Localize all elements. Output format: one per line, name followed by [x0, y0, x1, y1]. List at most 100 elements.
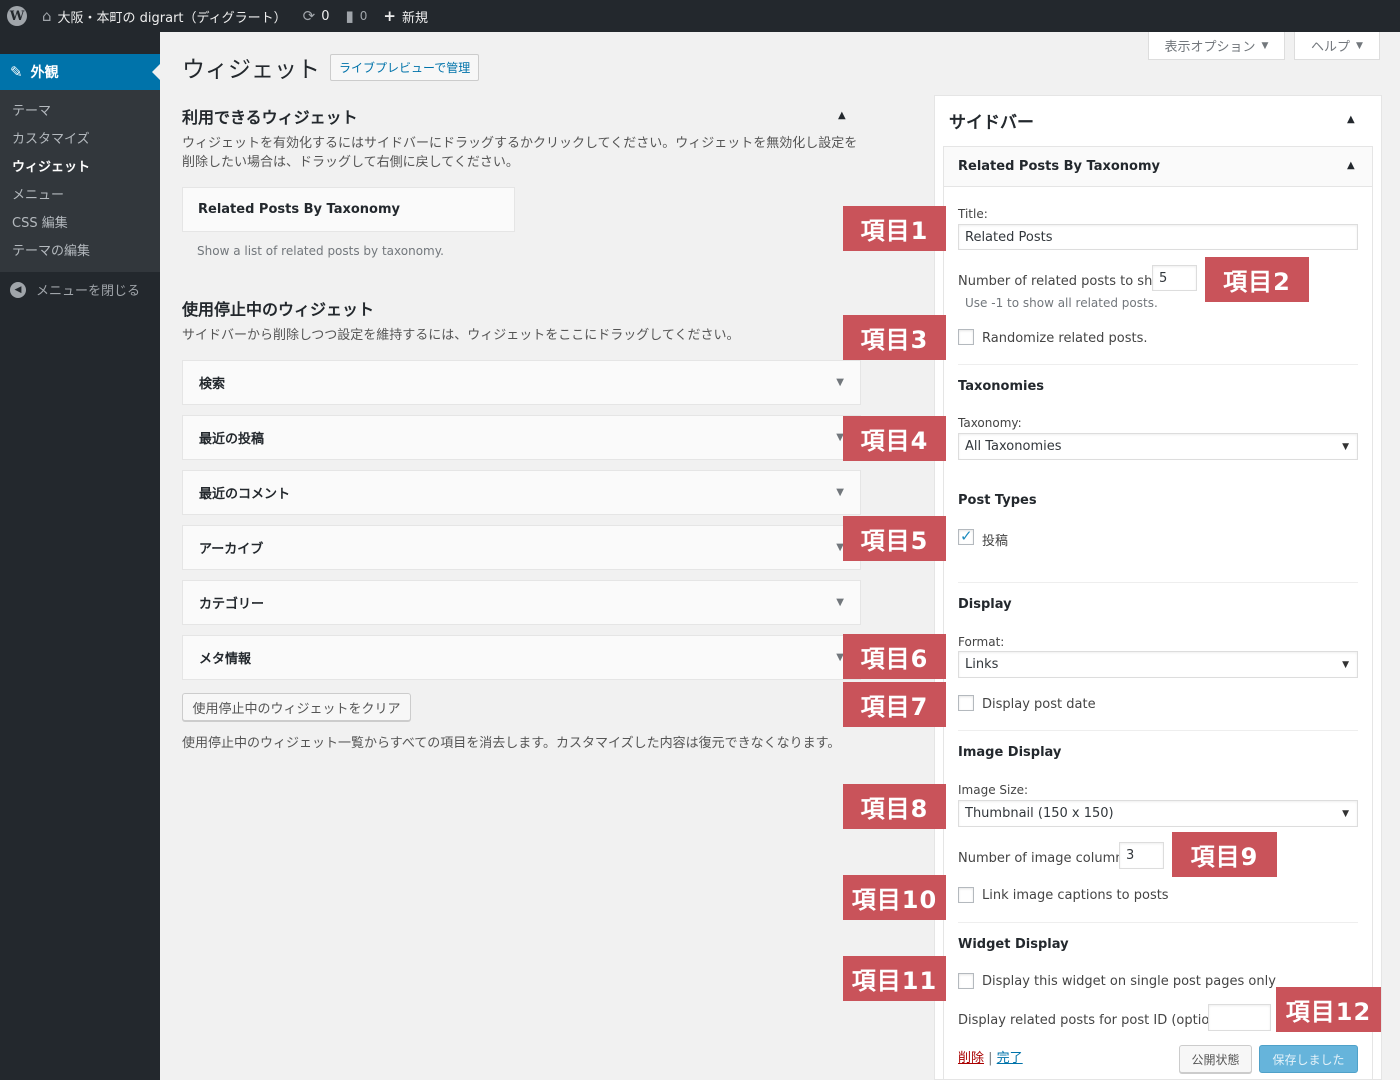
image-size-label: Image Size: — [958, 783, 1029, 797]
site-name-link[interactable]: ⌂ 大阪・本町の digrart（ディグラート） — [34, 0, 295, 32]
image-columns-input[interactable]: 3 — [1119, 842, 1164, 869]
inactive-widgets-heading: 使用停止中のウィジェット — [182, 300, 375, 319]
select-arrow-icon: ▼ — [1342, 808, 1349, 819]
taxonomy-label: Taxonomy: — [958, 416, 1022, 430]
collapse-menu-button[interactable]: ◀ メニューを閉じる — [10, 280, 140, 299]
inactive-widget-label: 最近の投稿 — [199, 432, 265, 447]
annotation-tag-5: 項目5 — [843, 516, 946, 561]
title-label: Title: — [958, 207, 988, 221]
display-date-label: Display post date — [982, 697, 1096, 712]
submenu-customize[interactable]: カスタマイズ — [0, 126, 160, 154]
submenu-theme-editor[interactable]: テーマの編集 — [0, 238, 160, 266]
inactive-widget-search[interactable]: 検索 ▼ — [182, 360, 861, 405]
taxonomies-heading: Taxonomies — [958, 379, 1045, 394]
plus-icon: + — [383, 7, 396, 25]
paintbrush-icon: ✎ — [10, 63, 23, 81]
inactive-widget-recent-posts[interactable]: 最近の投稿 ▼ — [182, 415, 861, 460]
collapse-triangle-icon[interactable]: ▲ — [1347, 160, 1355, 171]
num-posts-hint: Use -1 to show all related posts. — [965, 296, 1158, 310]
inactive-widget-label: 最近のコメント — [199, 487, 291, 502]
screen-options-label: 表示オプション — [1164, 40, 1256, 55]
annotation-tag-6: 項目6 — [843, 634, 946, 679]
inactive-widget-label: メタ情報 — [199, 652, 252, 667]
post-id-label: Display related posts for post ID (optio… — [958, 1013, 1239, 1028]
widget-control-links: 削除 | 完了 — [958, 1051, 1023, 1066]
admin-menu: ✎ 外観 テーマ カスタマイズ ウィジェット メニュー CSS 編集 テーマの編… — [0, 32, 160, 1080]
randomize-checkbox[interactable] — [958, 329, 974, 345]
inactive-widget-categories[interactable]: カテゴリー ▼ — [182, 580, 861, 625]
done-link[interactable]: 完了 — [997, 1051, 1023, 1066]
divider — [958, 582, 1358, 583]
inactive-widget-archives[interactable]: アーカイブ ▼ — [182, 525, 861, 570]
live-preview-button[interactable]: ライブプレビューで管理 — [330, 53, 480, 81]
submenu-themes[interactable]: テーマ — [0, 98, 160, 126]
collapse-arrow-icon: ◀ — [10, 281, 26, 298]
annotation-tag-2: 項目2 — [1205, 257, 1309, 302]
saved-button[interactable]: 保存しました — [1259, 1045, 1358, 1073]
post-types-heading: Post Types — [958, 493, 1037, 508]
sidebar-widget-title: Related Posts By Taxonomy — [958, 159, 1160, 174]
collapse-triangle-icon[interactable]: ▲ — [838, 110, 846, 121]
inactive-widget-meta[interactable]: メタ情報 ▼ — [182, 635, 861, 680]
caret-down-icon[interactable]: ▼ — [836, 597, 844, 608]
clear-inactive-widgets-button[interactable]: 使用停止中のウィジェットをクリア — [182, 693, 411, 721]
format-select[interactable]: Links ▼ — [958, 651, 1358, 678]
post-type-label: 投稿 — [982, 534, 1009, 549]
available-widget-related-posts[interactable]: Related Posts By Taxonomy — [182, 187, 515, 232]
wordpress-logo-icon[interactable]: W — [0, 0, 34, 32]
format-select-value: Links — [965, 657, 999, 672]
available-widget-title: Related Posts By Taxonomy — [198, 202, 400, 217]
caret-down-icon[interactable]: ▼ — [836, 377, 844, 388]
link-captions-checkbox[interactable] — [958, 887, 974, 903]
post-type-checkbox[interactable] — [958, 527, 974, 545]
submenu-widgets[interactable]: ウィジェット — [0, 154, 160, 182]
delete-link[interactable]: 削除 — [958, 1051, 984, 1066]
inactive-widget-recent-comments[interactable]: 最近のコメント ▼ — [182, 470, 861, 515]
divider — [958, 730, 1358, 731]
divider — [958, 922, 1358, 923]
inactive-widgets-desc: サイドバーから削除しつつ設定を維持するには、ウィジェットをここにドラッグしてくだ… — [182, 328, 740, 343]
new-content-link[interactable]: + 新規 — [375, 0, 436, 32]
submenu-menus[interactable]: メニュー — [0, 182, 160, 210]
title-input[interactable]: Related Posts — [958, 224, 1358, 250]
publish-status-button[interactable]: 公開状態 — [1179, 1045, 1252, 1073]
taxonomy-select[interactable]: All Taxonomies ▼ — [958, 433, 1358, 460]
annotation-tag-4: 項目4 — [843, 416, 946, 461]
appearance-submenu: テーマ カスタマイズ ウィジェット メニュー CSS 編集 テーマの編集 — [0, 90, 160, 272]
caret-down-icon: ▼ — [1356, 40, 1363, 51]
single-only-label: Display this widget on single post pages… — [982, 974, 1276, 989]
taxonomy-select-value: All Taxonomies — [965, 439, 1062, 454]
screen-options-button[interactable]: 表示オプション ▼ — [1148, 32, 1285, 60]
site-name: 大阪・本町の digrart（ディグラート） — [57, 10, 287, 26]
format-label: Format: — [958, 635, 1005, 649]
widget-display-heading: Widget Display — [958, 937, 1069, 952]
inactive-widget-label: アーカイブ — [199, 542, 264, 557]
image-size-select[interactable]: Thumbnail (150 x 150) ▼ — [958, 800, 1358, 827]
submenu-css-edit[interactable]: CSS 編集 — [0, 210, 160, 238]
single-only-checkbox[interactable] — [958, 973, 974, 989]
clear-inactive-desc: 使用停止中のウィジェット一覧からすべての項目を消去します。カスタマイズした内容は… — [182, 736, 841, 751]
page-title: ウィジェット — [182, 57, 320, 83]
image-columns-label: Number of image columns: — [958, 851, 1135, 866]
sidebar-widget-header[interactable]: Related Posts By Taxonomy — [943, 146, 1373, 187]
link-captions-label: Link image captions to posts — [982, 888, 1169, 903]
post-id-input[interactable] — [1208, 1004, 1271, 1031]
menu-appearance[interactable]: ✎ 外観 — [0, 54, 160, 90]
annotation-tag-8: 項目8 — [843, 784, 946, 829]
comments-link[interactable]: ▮ 0 — [337, 0, 375, 32]
annotation-tag-1: 項目1 — [843, 206, 946, 251]
available-widgets-heading: 利用できるウィジェット — [182, 108, 358, 127]
caret-down-icon[interactable]: ▼ — [836, 487, 844, 498]
num-posts-input[interactable]: 5 — [1152, 265, 1197, 291]
display-heading: Display — [958, 597, 1012, 612]
available-widgets-desc-2: 削除したい場合は、ドラッグして右側に戻してください。 — [182, 155, 519, 170]
select-arrow-icon: ▼ — [1342, 659, 1349, 670]
updates-link[interactable]: ⟳ 0 — [295, 0, 338, 32]
updates-icon: ⟳ — [302, 7, 316, 25]
collapse-triangle-icon[interactable]: ▲ — [1347, 114, 1355, 125]
annotation-tag-3: 項目3 — [843, 315, 946, 360]
display-date-checkbox[interactable] — [958, 695, 974, 711]
inactive-widget-label: カテゴリー — [199, 597, 265, 612]
randomize-label: Randomize related posts. — [982, 331, 1148, 346]
help-button[interactable]: ヘルプ ▼ — [1294, 32, 1380, 60]
